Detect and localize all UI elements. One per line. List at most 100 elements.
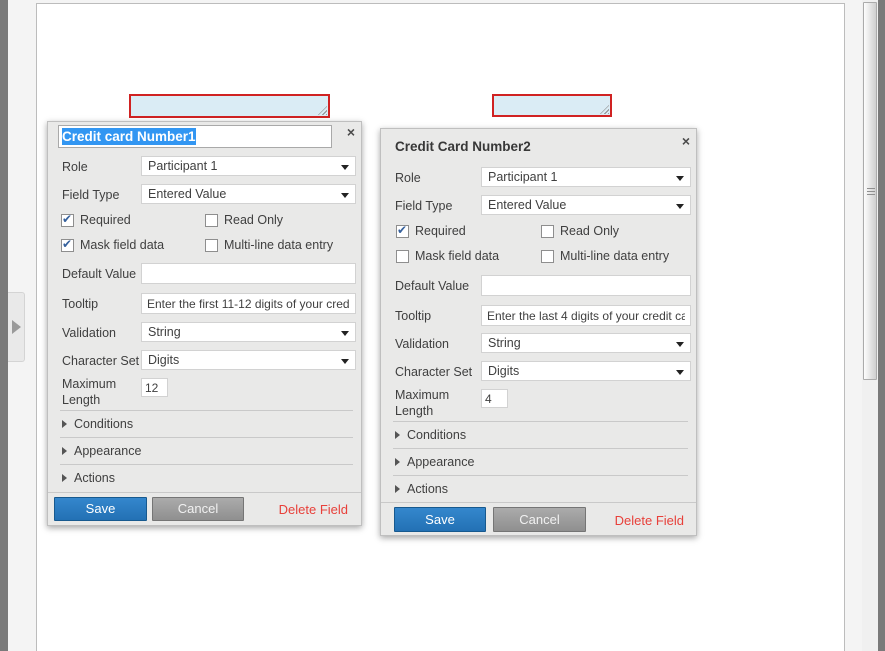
default-value-label: Default Value (62, 267, 136, 281)
dropdown-caret-icon (676, 370, 684, 375)
vertical-scrollbar[interactable] (862, 0, 878, 651)
expand-arrow-icon (395, 458, 400, 466)
dropdown-caret-icon (676, 204, 684, 209)
field-name-title: Credit Card Number2 (395, 139, 531, 154)
multi-line-label: Multi-line data entry (224, 238, 333, 252)
required-checkbox-row[interactable]: Required (61, 213, 131, 227)
required-checkbox[interactable] (396, 225, 409, 238)
character-set-value: Digits (148, 353, 179, 367)
conditions-section-header[interactable]: Conditions (393, 421, 688, 448)
expand-arrow-icon (62, 474, 67, 482)
resize-handle-icon[interactable] (600, 105, 609, 114)
maximum-length-input[interactable] (141, 378, 168, 397)
dropdown-caret-icon (341, 165, 349, 170)
mask-field-data-checkbox-row[interactable]: Mask field data (396, 249, 499, 263)
field-name-input[interactable]: Credit card Number1 (58, 125, 332, 148)
field-type-dropdown[interactable]: Entered Value (481, 195, 691, 215)
dialog-footer: Save Cancel Delete Field (48, 492, 361, 527)
delete-field-link[interactable]: Delete Field (615, 513, 684, 528)
field-type-value: Entered Value (488, 198, 566, 212)
character-set-label: Character Set (395, 365, 472, 379)
appearance-section-header[interactable]: Appearance (60, 437, 353, 464)
resize-handle-icon[interactable] (318, 106, 327, 115)
default-value-input[interactable] (481, 275, 691, 296)
cancel-button[interactable]: Cancel (493, 507, 586, 532)
tooltip-label: Tooltip (395, 309, 431, 323)
mask-field-data-checkbox-row[interactable]: Mask field data (61, 238, 164, 252)
read-only-label: Read Only (560, 224, 619, 238)
multi-line-checkbox-row[interactable]: Multi-line data entry (205, 238, 333, 252)
actions-label: Actions (74, 471, 115, 485)
field-name-selected-text: Credit card Number1 (62, 128, 196, 145)
multi-line-checkbox[interactable] (205, 239, 218, 252)
multi-line-label: Multi-line data entry (560, 249, 669, 263)
read-only-checkbox-row[interactable]: Read Only (541, 224, 619, 238)
dropdown-caret-icon (341, 359, 349, 364)
tooltip-input[interactable] (141, 293, 356, 314)
role-value: Participant 1 (148, 159, 217, 173)
default-value-input[interactable] (141, 263, 356, 284)
read-only-checkbox[interactable] (541, 225, 554, 238)
panel-expand-button[interactable] (8, 292, 25, 362)
required-checkbox-row[interactable]: Required (396, 224, 466, 238)
credit-card-number1-field[interactable] (129, 94, 330, 118)
save-button[interactable]: Save (54, 497, 147, 521)
mask-field-data-checkbox[interactable] (396, 250, 409, 263)
dialog-footer: Save Cancel Delete Field (381, 502, 696, 537)
mask-field-data-label: Mask field data (80, 238, 164, 252)
tooltip-input[interactable] (481, 305, 691, 326)
mask-field-data-label: Mask field data (415, 249, 499, 263)
mask-field-data-checkbox[interactable] (61, 239, 74, 252)
actions-label: Actions (407, 482, 448, 496)
tooltip-label: Tooltip (62, 297, 98, 311)
expand-arrow-icon (62, 447, 67, 455)
field-type-value: Entered Value (148, 187, 226, 201)
maximum-length-label: Maximum Length (62, 376, 140, 408)
character-set-dropdown[interactable]: Digits (141, 350, 356, 370)
close-icon[interactable]: × (682, 132, 690, 150)
role-dropdown[interactable]: Participant 1 (481, 167, 691, 187)
validation-label: Validation (395, 337, 449, 351)
validation-dropdown[interactable]: String (481, 333, 691, 353)
character-set-dropdown[interactable]: Digits (481, 361, 691, 381)
close-icon[interactable]: × (347, 123, 355, 141)
multi-line-checkbox[interactable] (541, 250, 554, 263)
conditions-section-header[interactable]: Conditions (60, 410, 353, 437)
scrollbar-thumb[interactable] (863, 2, 877, 380)
dropdown-caret-icon (341, 193, 349, 198)
role-value: Participant 1 (488, 170, 557, 184)
appearance-label: Appearance (407, 455, 474, 469)
appearance-section-header[interactable]: Appearance (393, 448, 688, 475)
appearance-label: Appearance (74, 444, 141, 458)
actions-section-header[interactable]: Actions (393, 475, 688, 502)
field-type-label: Field Type (395, 199, 452, 213)
read-only-checkbox[interactable] (205, 214, 218, 227)
scrollbar-grip-icon (867, 188, 875, 195)
field-type-dropdown[interactable]: Entered Value (141, 184, 356, 204)
role-dropdown[interactable]: Participant 1 (141, 156, 356, 176)
required-checkbox[interactable] (61, 214, 74, 227)
conditions-label: Conditions (407, 428, 466, 442)
dropdown-caret-icon (676, 176, 684, 181)
delete-field-link[interactable]: Delete Field (279, 502, 348, 517)
validation-dropdown[interactable]: String (141, 322, 356, 342)
multi-line-checkbox-row[interactable]: Multi-line data entry (541, 249, 669, 263)
dropdown-caret-icon (676, 342, 684, 347)
cancel-button[interactable]: Cancel (152, 497, 244, 521)
validation-value: String (488, 336, 521, 350)
character-set-value: Digits (488, 364, 519, 378)
required-label: Required (80, 213, 131, 227)
character-set-label: Character Set (62, 354, 139, 368)
window-edge-right (878, 0, 885, 651)
save-button[interactable]: Save (394, 507, 486, 532)
field-properties-dialog-1: Credit card Number1 × Role Participant 1… (47, 121, 362, 526)
actions-section-header[interactable]: Actions (60, 464, 353, 491)
field-type-label: Field Type (62, 188, 119, 202)
read-only-checkbox-row[interactable]: Read Only (205, 213, 283, 227)
dropdown-caret-icon (341, 331, 349, 336)
validation-value: String (148, 325, 181, 339)
chevron-right-icon (12, 320, 21, 334)
required-label: Required (415, 224, 466, 238)
maximum-length-input[interactable] (481, 389, 508, 408)
credit-card-number2-field[interactable] (492, 94, 612, 117)
